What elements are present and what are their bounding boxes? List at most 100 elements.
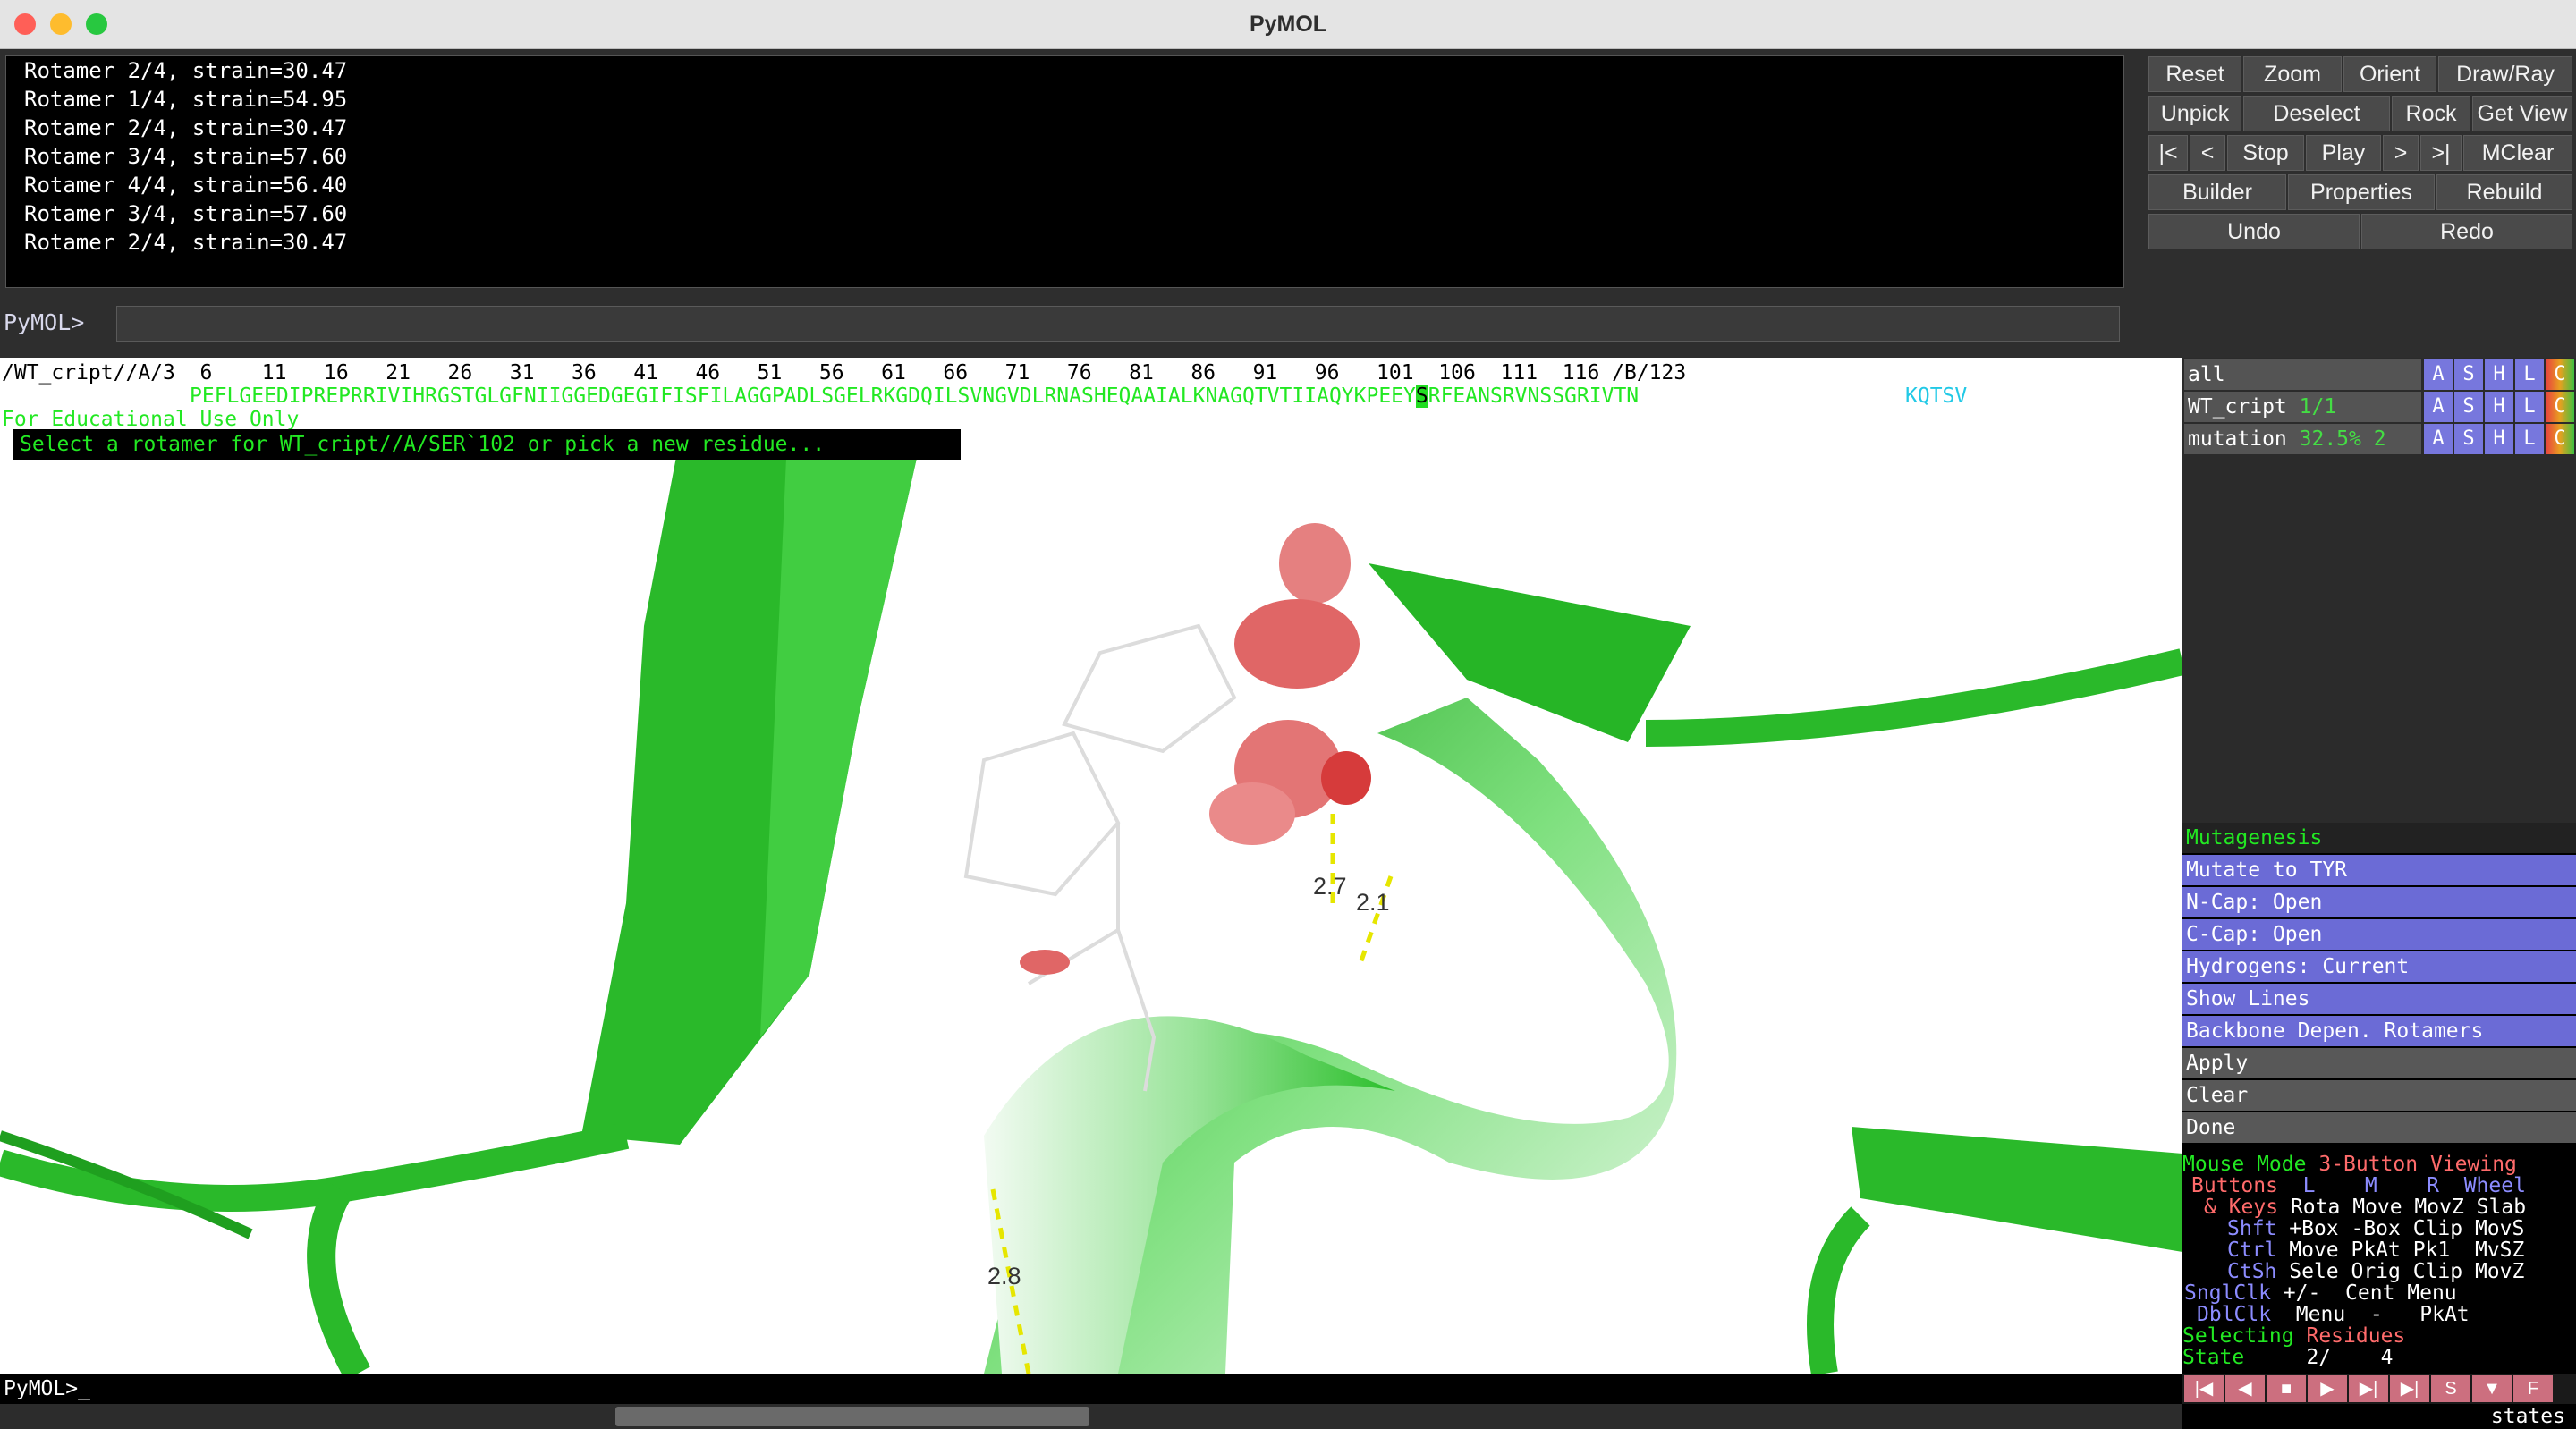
unpick-button[interactable]: Unpick <box>2148 96 2241 131</box>
action-button[interactable]: A <box>2424 424 2453 454</box>
console-output[interactable]: Rotamer 2/4, strain=30.47 Rotamer 1/4, s… <box>5 55 2124 288</box>
orient-button[interactable]: Orient <box>2343 56 2436 92</box>
bottom-command-prompt[interactable]: PyMOL>_ <box>0 1374 2182 1404</box>
show-button[interactable]: S <box>2454 424 2483 454</box>
scrollbar-thumb[interactable] <box>615 1407 1089 1426</box>
action-button[interactable]: A <box>2424 392 2453 422</box>
hydrogens-button[interactable]: Hydrogens: Current <box>2182 951 2576 982</box>
wizard-title: Mutagenesis <box>2182 823 2576 853</box>
apply-button[interactable]: Apply <box>2182 1048 2576 1078</box>
wizard-prompt-message: Select a rotamer for WT_cript//A/SER`102… <box>13 429 961 460</box>
show-button[interactable]: S <box>2454 359 2483 390</box>
mouse-header-line: Buttons L M R Wheel <box>2191 1174 2526 1197</box>
movie-back-icon[interactable]: ◀ <box>2225 1375 2265 1402</box>
hide-button[interactable]: H <box>2485 424 2513 454</box>
object-row-mutation[interactable]: mutation 32.5% 2 A S H L C <box>2182 424 2576 454</box>
distance-label: 2.8 <box>987 1263 1021 1289</box>
done-button[interactable]: Done <box>2182 1112 2576 1143</box>
horizontal-scrollbar[interactable] <box>0 1404 2182 1429</box>
backbone-rotamers-button[interactable]: Backbone Depen. Rotamers <box>2182 1016 2576 1046</box>
clear-button[interactable]: Clear <box>2182 1080 2576 1111</box>
show-button[interactable]: S <box>2454 392 2483 422</box>
undo-button[interactable]: Undo <box>2148 214 2360 249</box>
loop-tube <box>307 1181 370 1374</box>
mouse-mode-panel[interactable]: Mouse Mode 3-Button Viewing Buttons L M … <box>2182 1154 2576 1374</box>
label-button[interactable]: L <box>2515 424 2544 454</box>
console-line: Rotamer 2/4, strain=30.47 <box>24 230 348 255</box>
beta-strand <box>1852 1127 2182 1252</box>
draw-ray-button[interactable]: Draw/Ray <box>2438 56 2572 92</box>
distance-label: 2.1 <box>1356 889 1390 916</box>
get-view-button[interactable]: Get View <box>2472 96 2572 131</box>
stop-button[interactable]: Stop <box>2227 135 2304 171</box>
command-prompt-label: PyMOL> <box>4 309 85 335</box>
rotamer-blobs <box>1020 523 1371 975</box>
movie-controls: |◀ ◀ ■ ▶ ▶| ▶| S ▼ F <box>2182 1374 2576 1404</box>
builder-button[interactable]: Builder <box>2148 174 2286 210</box>
console-line: Rotamer 4/4, strain=56.40 <box>24 173 348 198</box>
movie-end-icon[interactable]: ▶| <box>2390 1375 2429 1402</box>
current-residue[interactable]: S <box>1415 385 1428 408</box>
chain-b-sequence[interactable]: KQTSV <box>1905 385 1967 408</box>
mouse-binding-line: SnglClk +/- Cent Menu <box>2184 1281 2457 1305</box>
command-input[interactable] <box>116 306 2120 342</box>
forward-button[interactable]: > <box>2383 135 2419 171</box>
console-line: Rotamer 1/4, strain=54.95 <box>24 87 348 112</box>
movie-play-icon[interactable]: ▶ <box>2308 1375 2347 1402</box>
object-panel: all A S H L C WT_cript 1/1 A S H L C mut… <box>2182 358 2576 823</box>
properties-button[interactable]: Properties <box>2288 174 2435 210</box>
object-name[interactable]: all <box>2184 359 2421 390</box>
redo-button[interactable]: Redo <box>2361 214 2572 249</box>
rewind-button[interactable]: |< <box>2148 135 2188 171</box>
n-cap-button[interactable]: N-Cap: Open <box>2182 887 2576 917</box>
movie-dropdown-icon[interactable]: ▼ <box>2472 1375 2512 1402</box>
beta-strand-edge <box>760 438 921 1037</box>
c-cap-button[interactable]: C-Cap: Open <box>2182 919 2576 950</box>
object-row-all[interactable]: all A S H L C <box>2182 359 2576 390</box>
distance-label: 2.7 <box>1313 873 1347 900</box>
reset-button[interactable]: Reset <box>2148 56 2241 92</box>
color-button[interactable]: C <box>2546 359 2574 390</box>
mouse-mode-line[interactable]: Mouse Mode 3-Button Viewing <box>2182 1154 2517 1175</box>
object-row-wt-cript[interactable]: WT_cript 1/1 A S H L C <box>2182 392 2576 422</box>
end-button[interactable]: >| <box>2420 135 2462 171</box>
mutate-to-button[interactable]: Mutate to TYR <box>2182 855 2576 885</box>
sequence-segment[interactable]: PEFLGEEDIPREPRRIVIHRGSTGLGFNIIGGEDGEGIFI… <box>190 385 1416 408</box>
sequence-segment[interactable]: RFEANSRVNSSGRIVTN <box>1428 385 1639 408</box>
movie-fullscreen-icon[interactable]: F <box>2513 1375 2553 1402</box>
label-button[interactable]: L <box>2515 359 2544 390</box>
console-line: Rotamer 3/4, strain=57.60 <box>24 144 348 169</box>
movie-scene-icon[interactable]: S <box>2431 1375 2470 1402</box>
rock-button[interactable]: Rock <box>2392 96 2470 131</box>
movie-rewind-icon[interactable]: |◀ <box>2184 1375 2224 1402</box>
mouse-binding-line: Shft +Box -Box Clip MovS <box>2227 1217 2525 1240</box>
selecting-mode-line[interactable]: Selecting Residues <box>2182 1325 2405 1347</box>
play-button[interactable]: Play <box>2306 135 2381 171</box>
show-lines-button[interactable]: Show Lines <box>2182 984 2576 1014</box>
console-line: Rotamer 2/4, strain=30.47 <box>24 115 348 140</box>
mouse-binding-line: CtSh Sele Orig Clip MovZ <box>2227 1260 2525 1283</box>
hide-button[interactable]: H <box>2485 359 2513 390</box>
back-button[interactable]: < <box>2190 135 2225 171</box>
deselect-button[interactable]: Deselect <box>2243 96 2390 131</box>
hide-button[interactable]: H <box>2485 392 2513 422</box>
movie-forward-icon[interactable]: ▶| <box>2349 1375 2388 1402</box>
control-button-panel: Reset Zoom Orient Draw/Ray Unpick Desele… <box>2145 49 2576 358</box>
object-name[interactable]: WT_cript 1/1 <box>2184 392 2421 422</box>
console-line: Rotamer 2/4, strain=30.47 <box>24 58 348 83</box>
color-button[interactable]: C <box>2546 392 2574 422</box>
object-name[interactable]: mutation 32.5% 2 <box>2184 424 2421 454</box>
watermark-text: For Educational Use Only <box>2 408 300 431</box>
label-button[interactable]: L <box>2515 392 2544 422</box>
sequence-residues[interactable]: PEFLGEEDIPREPRRIVIHRGSTGLGFNIIGGEDGEGIFI… <box>190 385 1639 408</box>
mclear-button[interactable]: MClear <box>2463 135 2572 171</box>
molecule-scene[interactable] <box>0 358 2182 1374</box>
rebuild-button[interactable]: Rebuild <box>2436 174 2572 210</box>
3d-viewport[interactable]: /WT_cript//A/3 6 11 16 21 26 31 36 41 46… <box>0 358 2182 1374</box>
zoom-button[interactable]: Zoom <box>2243 56 2342 92</box>
mutagenesis-wizard-panel: Mutagenesis Mutate to TYR N-Cap: Open C-… <box>2182 823 2576 1154</box>
color-button[interactable]: C <box>2546 424 2574 454</box>
movie-stop-icon[interactable]: ■ <box>2267 1375 2306 1402</box>
loop-tube <box>1807 1206 1870 1374</box>
action-button[interactable]: A <box>2424 359 2453 390</box>
